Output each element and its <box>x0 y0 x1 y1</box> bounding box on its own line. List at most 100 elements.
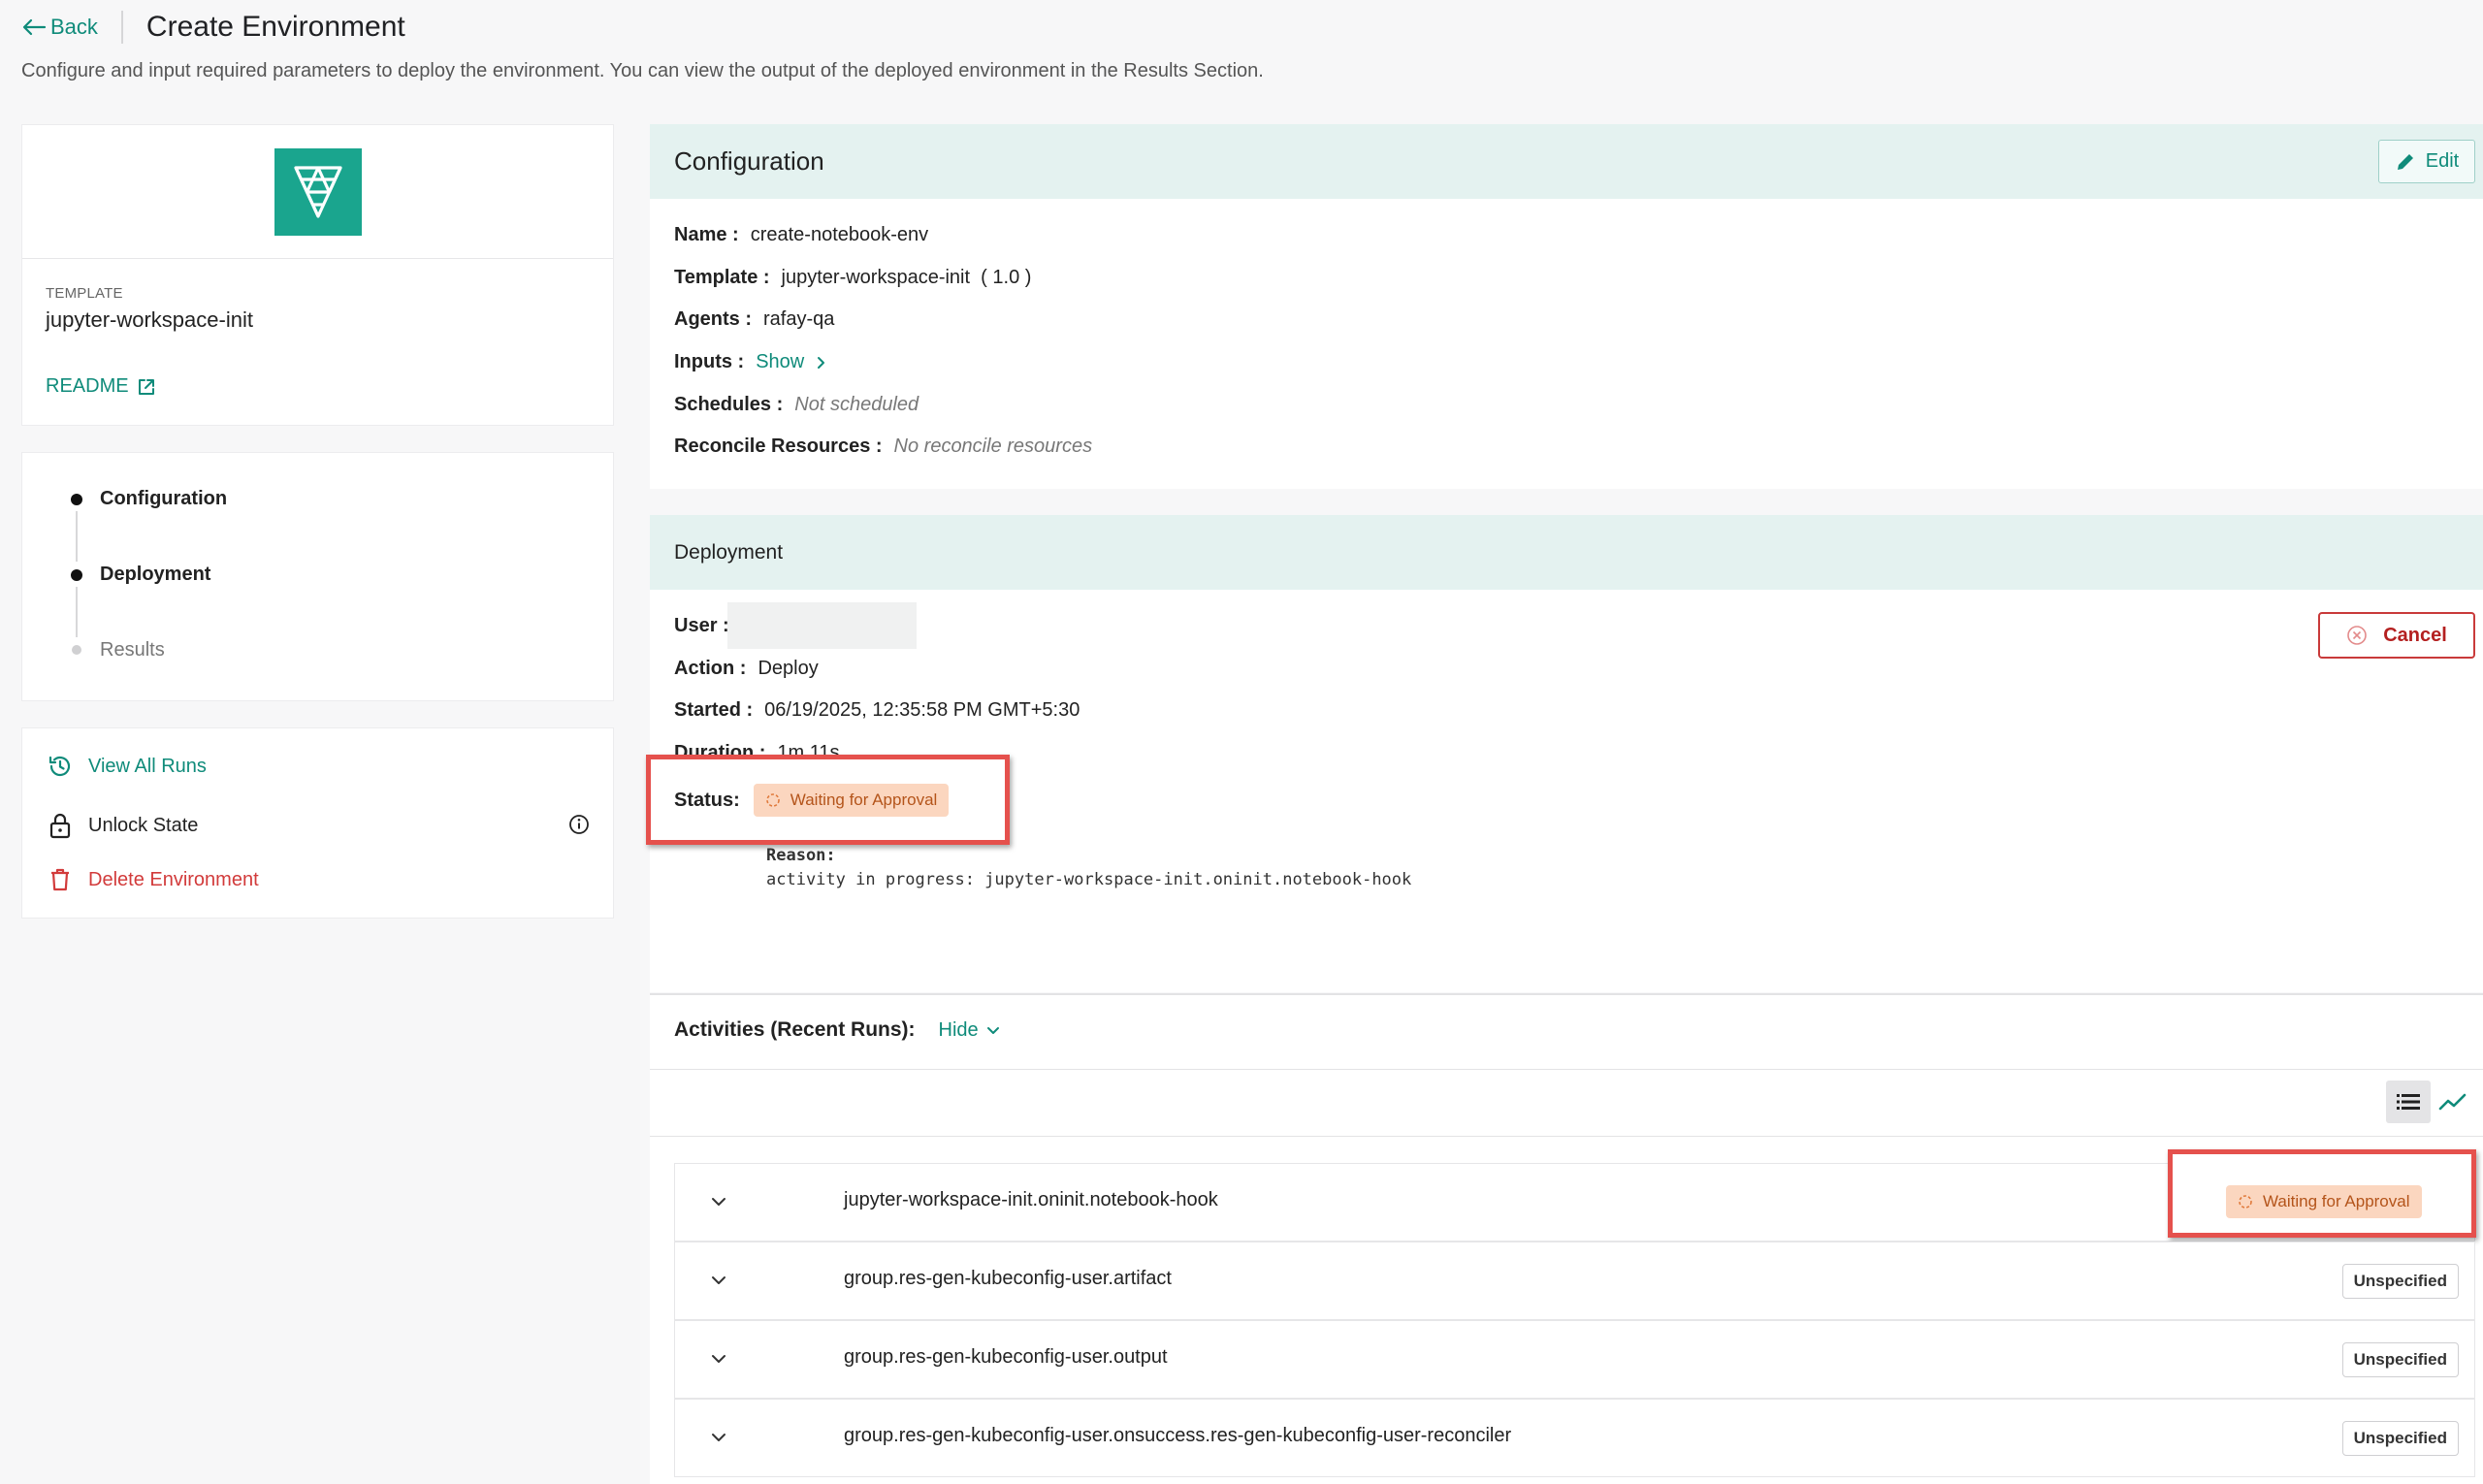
actions-card: View All Runs Unlock State Delete Enviro… <box>21 727 614 919</box>
unspecified-badge: Unspecified <box>2341 1264 2459 1299</box>
activity-status: Unspecified <box>2341 1342 2459 1377</box>
chevron-down-icon[interactable] <box>708 1191 729 1217</box>
deploy-user-key: User : <box>674 615 729 636</box>
activity-row[interactable]: group.res-gen-kubeconfig-user.onsuccess.… <box>674 1399 2475 1477</box>
deploy-started-value: 06/19/2025, 12:35:58 PM GMT+5:30 <box>764 699 1080 721</box>
activity-status: Waiting for Approval <box>2226 1185 2422 1218</box>
config-name-value: create-notebook-env <box>750 224 929 245</box>
inputs-show-label: Show <box>756 351 805 372</box>
reason-label: Reason: <box>766 846 836 865</box>
config-inputs-key: Inputs : <box>674 351 745 372</box>
step-deployment[interactable]: Deployment <box>100 564 210 586</box>
deployment-section: Deployment User : Cancel Action : Deploy… <box>646 515 2483 992</box>
pencil-icon <box>2397 153 2413 170</box>
list-icon <box>2397 1094 2420 1110</box>
activities-header: Activities (Recent Runs): Hide <box>674 1018 1002 1042</box>
unspecified-badge: Unspecified <box>2341 1342 2459 1377</box>
trend-line-icon <box>2438 1093 2467 1111</box>
template-label: TEMPLATE <box>46 285 123 302</box>
configuration-header: Configuration Edit <box>650 124 2483 199</box>
config-template-key: Template : <box>674 267 770 288</box>
arrow-left-icon <box>22 18 47 36</box>
info-icon[interactable] <box>568 814 590 840</box>
page-header: Back Create Environment <box>21 10 405 45</box>
hide-label: Hide <box>938 1018 979 1041</box>
step-results[interactable]: Results <box>100 639 165 661</box>
activity-row[interactable]: group.res-gen-kubeconfig-user.artifact U… <box>674 1242 2475 1320</box>
deployment-title: Deployment <box>674 540 784 564</box>
deploy-status-key: Status: <box>674 789 740 811</box>
list-view-button[interactable] <box>2386 1081 2431 1123</box>
edit-label: Edit <box>2425 150 2460 172</box>
view-all-runs-label: View All Runs <box>88 755 207 777</box>
activities-toolbar <box>650 1069 2483 1137</box>
unlock-state-label: Unlock State <box>88 814 199 836</box>
activity-status: Unspecified <box>2341 1421 2459 1456</box>
readme-link[interactable]: README <box>46 375 156 398</box>
config-schedules-row: Schedules : Not scheduled <box>674 394 919 416</box>
reason-value: activity in progress: jupyter-workspace-… <box>766 870 1412 889</box>
steps-card: Configuration Deployment Results <box>21 452 614 701</box>
activity-row[interactable]: group.res-gen-kubeconfig-user.output Uns… <box>674 1320 2475 1399</box>
config-schedules-value: Not scheduled <box>794 394 919 415</box>
page-subtitle: Configure and input required parameters … <box>21 60 1264 81</box>
external-link-icon <box>138 378 154 395</box>
trend-view-button[interactable] <box>2431 1081 2475 1123</box>
status-badge-label: Waiting for Approval <box>790 790 938 809</box>
step-connector <box>76 511 78 562</box>
activity-name: group.res-gen-kubeconfig-user.output <box>844 1346 1168 1368</box>
back-button[interactable]: Back <box>21 15 98 40</box>
config-inputs-row: Inputs : Show <box>674 351 829 373</box>
deploy-started-row: Started : 06/19/2025, 12:35:58 PM GMT+5:… <box>674 699 1080 722</box>
deployment-header: Deployment <box>650 515 2483 590</box>
template-logo-icon <box>274 147 362 236</box>
template-name: jupyter-workspace-init <box>46 307 253 332</box>
lock-icon <box>46 811 75 840</box>
config-agents-value: rafay-qa <box>763 308 835 330</box>
config-reconcile-value: No reconcile resources <box>893 436 1093 457</box>
deploy-started-key: Started : <box>674 699 754 721</box>
chevron-down-icon[interactable] <box>708 1348 729 1374</box>
config-reconcile-row: Reconcile Resources : No reconcile resou… <box>674 436 1092 458</box>
unspecified-badge: Unspecified <box>2341 1421 2459 1456</box>
template-card: TEMPLATE jupyter-workspace-init README <box>21 124 614 426</box>
history-icon <box>46 752 75 781</box>
delete-environment-action[interactable]: Delete Environment <box>46 865 259 894</box>
chevron-right-icon <box>818 356 825 369</box>
config-template-value: jupyter-workspace-init ( 1.0 ) <box>781 267 1032 288</box>
template-logo-area <box>22 125 613 259</box>
step-dot-configuration <box>71 494 82 505</box>
view-all-runs-link[interactable]: View All Runs <box>46 752 207 781</box>
step-dot-results <box>72 645 81 655</box>
activities-title: Activities (Recent Runs): <box>674 1018 916 1041</box>
activity-name: group.res-gen-kubeconfig-user.artifact <box>844 1268 1172 1289</box>
readme-label: README <box>46 375 129 397</box>
deploy-action-key: Action : <box>674 658 747 679</box>
page-title: Create Environment <box>145 11 405 43</box>
cancel-label: Cancel <box>2383 624 2447 646</box>
chevron-down-icon[interactable] <box>708 1427 729 1453</box>
activity-status: Unspecified <box>2341 1264 2459 1299</box>
activities-section: Activities (Recent Runs): Hide jupyter-w… <box>650 993 2483 1484</box>
config-reconcile-key: Reconcile Resources : <box>674 436 883 457</box>
chevron-down-icon <box>986 1027 999 1034</box>
config-template-row: Template : jupyter-workspace-init ( 1.0 … <box>674 267 1031 289</box>
cancel-circle-icon <box>2347 626 2368 645</box>
configuration-section: Configuration Edit Name : create-noteboo… <box>650 124 2483 489</box>
unlock-state-action[interactable]: Unlock State <box>46 811 198 840</box>
step-configuration[interactable]: Configuration <box>100 488 227 510</box>
delete-environment-label: Delete Environment <box>88 868 259 890</box>
deploy-status-row: Status: Waiting for Approval <box>674 784 950 817</box>
spinner-icon <box>2239 1195 2252 1209</box>
trash-icon <box>46 865 75 894</box>
deploy-action-value: Deploy <box>758 658 819 679</box>
config-agents-row: Agents : rafay-qa <box>674 308 834 331</box>
user-value-redacted <box>727 602 917 649</box>
chevron-down-icon[interactable] <box>708 1270 729 1296</box>
config-name-row: Name : create-notebook-env <box>674 224 928 246</box>
status-badge: Waiting for Approval <box>2226 1185 2422 1218</box>
hide-activities-toggle[interactable]: Hide <box>939 1019 1002 1042</box>
cancel-button[interactable]: Cancel <box>2318 612 2475 659</box>
edit-button[interactable]: Edit <box>2378 140 2475 183</box>
inputs-show-link[interactable]: Show <box>756 351 829 373</box>
